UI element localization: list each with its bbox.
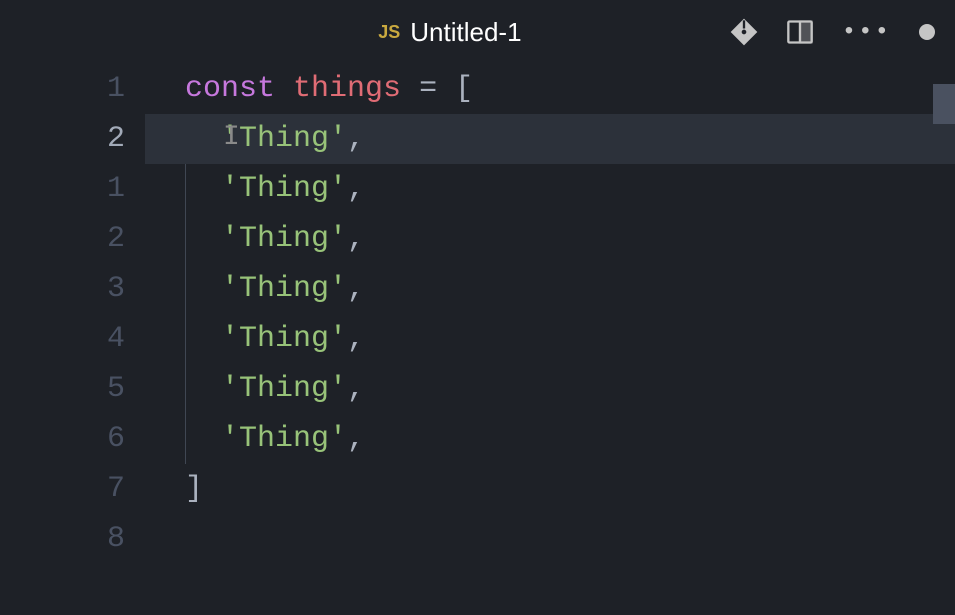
toolbar-right: ••• — [730, 18, 935, 46]
operator-token: = — [419, 72, 437, 106]
variable-token: things — [293, 72, 401, 106]
string-token: 'Thing' — [221, 222, 347, 256]
editor[interactable]: 1 2 1 2 3 4 5 6 7 8 const things = [ 'Th… — [0, 64, 955, 615]
code-line[interactable]: 'Thing', — [185, 214, 955, 264]
comma-token: , — [347, 322, 365, 356]
comma-token: , — [347, 172, 365, 206]
titlebar: JS Untitled-1 ••• — [0, 0, 955, 64]
line-number[interactable]: 7 — [0, 464, 125, 514]
comma-token: , — [347, 122, 365, 156]
comma-token: , — [347, 272, 365, 306]
line-number[interactable]: 6 — [0, 414, 125, 464]
comma-token: , — [347, 222, 365, 256]
comma-token: , — [347, 422, 365, 456]
string-token: 'Thing' — [221, 322, 347, 356]
dirty-indicator-icon[interactable] — [919, 24, 935, 40]
string-token: 'Thing' — [221, 422, 347, 456]
code-line[interactable]: ] — [185, 464, 955, 514]
line-number[interactable]: 2 — [0, 214, 125, 264]
code-line[interactable]: 'Thing', — [185, 314, 955, 364]
string-token: 'Thing' — [221, 372, 347, 406]
line-number[interactable]: 1 — [0, 64, 125, 114]
bracket-token: ] — [185, 472, 203, 506]
code-area[interactable]: const things = [ 'Thing', 'Thing', 'Thin… — [145, 64, 955, 615]
split-editor-icon[interactable] — [786, 18, 814, 46]
line-number[interactable]: 8 — [0, 514, 125, 564]
code-line[interactable]: 'Thing', — [185, 414, 955, 464]
code-line[interactable]: 'Thing', — [145, 114, 955, 164]
code-line[interactable]: 'Thing', — [185, 264, 955, 314]
source-control-icon[interactable] — [730, 18, 758, 46]
code-line[interactable]: const things = [ — [185, 64, 955, 114]
code-line[interactable]: 'Thing', — [185, 364, 955, 414]
line-number[interactable]: 1 — [0, 164, 125, 214]
bracket-token: [ — [455, 72, 473, 106]
string-token: 'Thing' — [221, 122, 347, 156]
tab-area: JS Untitled-1 — [170, 17, 730, 48]
more-actions-icon[interactable]: ••• — [842, 19, 891, 46]
scrollbar-track[interactable] — [933, 64, 955, 615]
line-number[interactable]: 4 — [0, 314, 125, 364]
editor-tab[interactable]: JS Untitled-1 — [378, 17, 521, 48]
line-number[interactable]: 3 — [0, 264, 125, 314]
keyword-token: const — [185, 72, 275, 106]
js-file-icon: JS — [378, 22, 400, 43]
string-token: 'Thing' — [221, 272, 347, 306]
code-line[interactable]: 'Thing', — [185, 164, 955, 214]
line-number[interactable]: 2 — [0, 114, 125, 164]
line-number-gutter[interactable]: 1 2 1 2 3 4 5 6 7 8 — [0, 64, 145, 615]
comma-token: , — [347, 372, 365, 406]
line-number[interactable]: 5 — [0, 364, 125, 414]
code-line[interactable] — [185, 514, 955, 564]
string-token: 'Thing' — [221, 172, 347, 206]
scrollbar-thumb[interactable] — [933, 84, 955, 124]
file-name: Untitled-1 — [410, 17, 521, 48]
